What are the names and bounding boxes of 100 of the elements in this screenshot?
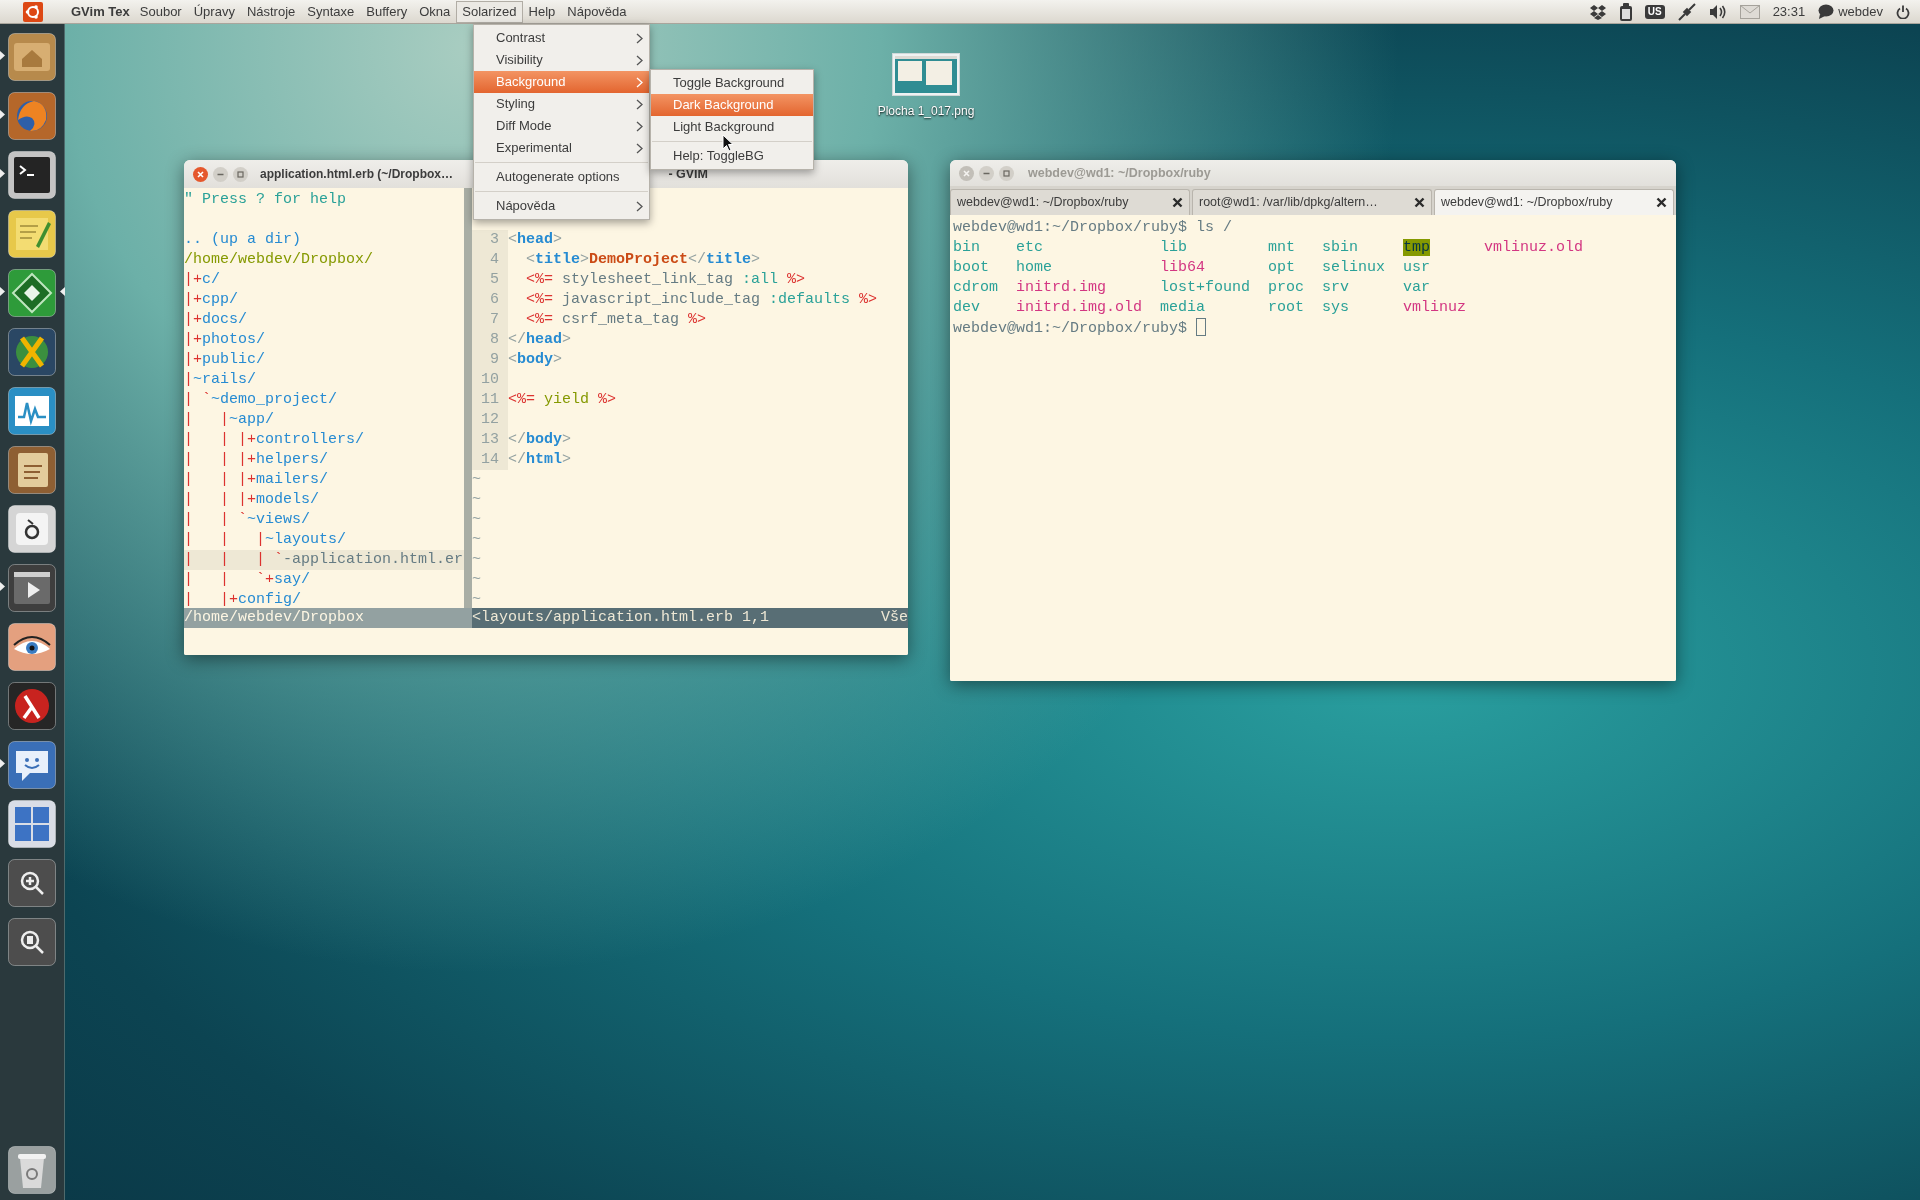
tree-item[interactable]: | `~demo_project/ [184, 390, 464, 410]
menu-item[interactable]: Okna [413, 0, 457, 23]
tree-item[interactable]: |+c/ [184, 270, 464, 290]
trash-icon[interactable] [8, 1146, 56, 1194]
tree-item[interactable]: |+cpp/ [184, 290, 464, 310]
waveform-icon[interactable] [8, 387, 56, 435]
menu-item[interactable]: Help: ToggleBG [651, 145, 813, 167]
file-name: cdrom [953, 279, 998, 296]
menu-item[interactable]: Contrast [474, 27, 649, 49]
clipboard-icon[interactable] [1619, 2, 1632, 21]
empty-line-marker: ~ [472, 511, 481, 528]
tree-item[interactable]: | | `+say/ [184, 570, 464, 590]
workspace-grid-icon[interactable] [8, 800, 56, 848]
cable-icon[interactable] [1677, 2, 1696, 21]
diamond-icon[interactable] [8, 269, 56, 317]
menu-item[interactable]: Help [522, 0, 562, 23]
tree-item[interactable]: | | |~layouts/ [184, 530, 464, 550]
line-number: 7 [472, 310, 508, 330]
menu-item[interactable]: Diff Mode [474, 115, 649, 137]
close-button[interactable] [192, 165, 209, 183]
chevron-icon [636, 32, 643, 44]
user-name[interactable]: webdev [1838, 1, 1883, 22]
close-icon[interactable] [1414, 197, 1425, 208]
menu-item[interactable]: Light Background [651, 116, 813, 138]
help-text: " Press ? for help [184, 190, 348, 210]
menu-item[interactable]: Nápověda [474, 195, 649, 217]
book-icon[interactable] [8, 446, 56, 494]
menu-item[interactable]: Experimental [474, 137, 649, 159]
chevron-icon [636, 76, 643, 88]
status-text: <layouts/application.html.erb 1,1 [472, 608, 770, 628]
empty-line-marker: ~ [472, 531, 481, 548]
empty-line-marker: ~ [472, 551, 481, 568]
zoom-in-icon[interactable] [8, 859, 56, 907]
menu-item[interactable]: Solarized [456, 0, 523, 23]
terminal-tab[interactable]: webdev@wd1: ~/Dropbox/ruby [950, 189, 1190, 215]
character-icon[interactable] [8, 505, 56, 553]
globe-icon[interactable] [8, 328, 56, 376]
line-number: 10 [472, 370, 508, 390]
tree-item[interactable]: .. (up a dir) [184, 230, 464, 250]
file-name: var [1403, 279, 1431, 296]
terminal-tab[interactable]: webdev@wd1: ~/Dropbox/ruby [1434, 189, 1674, 215]
tree-item[interactable]: | | |+models/ [184, 490, 464, 510]
tree-item[interactable]: | | |+mailers/ [184, 470, 464, 490]
close-icon[interactable] [1656, 197, 1667, 208]
video-play-icon[interactable] [8, 564, 56, 612]
tree-item[interactable]: |~rails/ [184, 370, 464, 390]
file-name: lib [1160, 239, 1188, 256]
empty-line-marker: ~ [472, 491, 481, 508]
menu-item[interactable]: Toggle Background [651, 72, 813, 94]
tree-item[interactable]: | |~app/ [184, 410, 464, 430]
logo-icon[interactable] [22, 1, 43, 22]
menu-item[interactable]: Nápověda [561, 0, 633, 23]
tree-item[interactable]: | | |+helpers/ [184, 450, 464, 470]
menu-item[interactable]: Autogenerate options [474, 166, 649, 188]
menu-item[interactable]: Syntaxe [301, 0, 361, 23]
file-name: tmp [1403, 239, 1431, 256]
code-line: <%= csrf_meta_tag %> [525, 311, 707, 328]
lambda-icon[interactable] [8, 682, 56, 730]
menu-item[interactable]: Soubor [133, 0, 188, 23]
eye-icon[interactable] [8, 623, 56, 671]
tree-item[interactable]: | | |+controllers/ [184, 430, 464, 450]
clock[interactable]: 23:31 [1772, 1, 1806, 22]
menu-item[interactable]: Nástroje [240, 0, 302, 23]
file-name: vmlinuz.old [1484, 239, 1584, 256]
box-icon[interactable] [1588, 3, 1607, 20]
menu-item[interactable]: Visibility [474, 49, 649, 71]
tree-item[interactable]: | | | `-application.html.er [184, 550, 464, 570]
notepad-icon[interactable] [8, 210, 56, 258]
file-name: etc [1016, 239, 1043, 256]
file-name: selinux [1322, 259, 1386, 276]
terminal-tab[interactable]: root@wd1: /var/lib/dpkg/altern… [1192, 189, 1432, 215]
menu-item[interactable]: Styling [474, 93, 649, 115]
house-folder-icon[interactable] [8, 33, 56, 81]
mouse-pointer-icon [722, 134, 734, 152]
tree-item[interactable]: | |+config/ [184, 590, 464, 608]
speech-bubble-icon[interactable] [8, 741, 56, 789]
close-icon[interactable] [1172, 197, 1183, 208]
tree-item[interactable]: |+docs/ [184, 310, 464, 330]
file-name: boot [953, 259, 989, 276]
tab-label: webdev@wd1: ~/Dropbox/ruby [1441, 194, 1613, 212]
terminal-icon[interactable] [8, 151, 56, 199]
maximize-button[interactable] [232, 165, 249, 183]
power-icon[interactable] [1896, 4, 1910, 19]
chevron-icon [636, 98, 643, 110]
file-name: root [1268, 299, 1305, 316]
code-line: <%= stylesheet_link_tag :all %> [525, 271, 806, 288]
menu-item[interactable]: Buffery [360, 0, 414, 23]
tree-item[interactable]: | | `~views/ [184, 510, 464, 530]
magnifier-icon[interactable] [8, 918, 56, 966]
keyboard-layout-indicator[interactable]: US [1644, 4, 1665, 19]
terminal-line: webdev@wd1:~/Dropbox/ruby$ ls / [953, 219, 1233, 236]
tree-item[interactable]: |+public/ [184, 350, 464, 370]
speaker-icon[interactable] [1708, 3, 1727, 20]
tree-item[interactable]: |+photos/ [184, 330, 464, 350]
menu-item[interactable]: Úpravy [187, 0, 241, 23]
maximize-button[interactable] [998, 164, 1015, 182]
line-number: 13 [472, 430, 508, 450]
file-name: initrd.img.old [1016, 299, 1143, 316]
image-thumbnail-icon[interactable] [892, 53, 960, 96]
speech-bubble-icon[interactable] [1818, 4, 1835, 19]
